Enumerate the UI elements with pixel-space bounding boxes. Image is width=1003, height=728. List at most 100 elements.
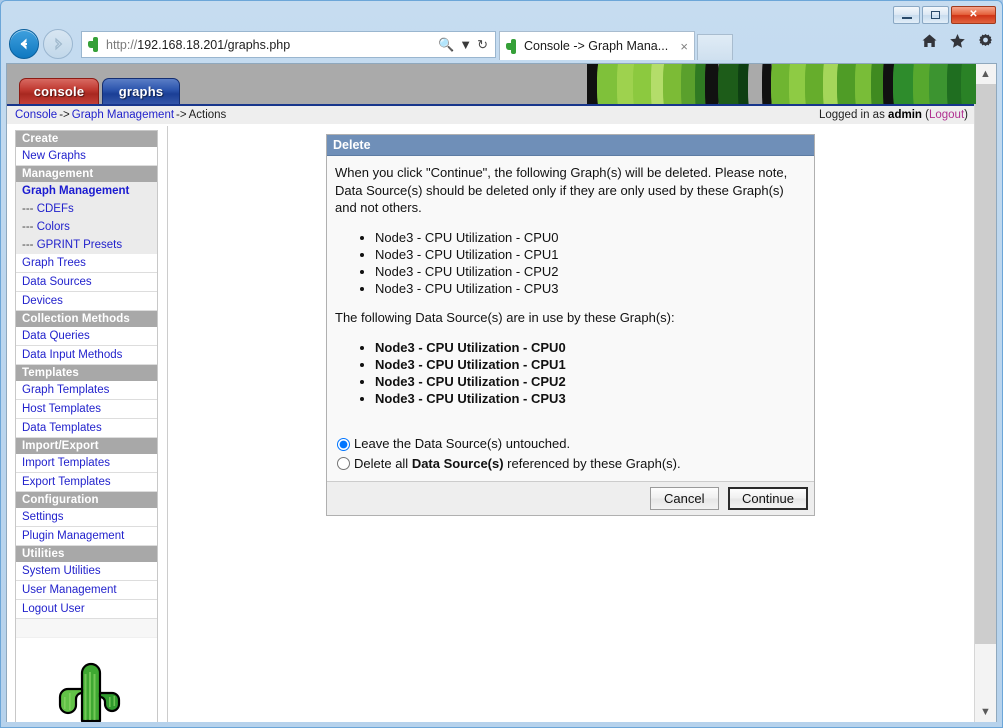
window-controls: ✕ <box>893 6 996 24</box>
browser-tab-title: Console -> Graph Mana... <box>524 39 669 53</box>
list-item: Node3 - CPU Utilization - CPU0 <box>375 229 806 246</box>
breadcrumb-item-graph-management[interactable]: Graph Management <box>72 109 174 121</box>
sidebar-item-devices[interactable]: Devices <box>16 292 157 311</box>
close-button[interactable]: ✕ <box>951 6 996 24</box>
tab-strip: Console -> Graph Mana... × <box>499 31 739 60</box>
logout-paren-close: ) <box>964 109 968 121</box>
sidebar-section-templates: Templates <box>16 365 157 381</box>
panel-actions: Cancel Continue <box>327 480 814 515</box>
tab-graphs-label: graphs <box>118 84 164 99</box>
cancel-button[interactable]: Cancel <box>650 486 719 510</box>
star-icon[interactable] <box>949 33 966 49</box>
browser-tab-active[interactable]: Console -> Graph Mana... × <box>499 31 695 60</box>
home-icon[interactable] <box>921 33 938 49</box>
refresh-icon[interactable]: ↻ <box>477 37 488 53</box>
list-item: Node3 - CPU Utilization - CPU3 <box>375 280 806 297</box>
list-item: Node3 - CPU Utilization - CPU1 <box>375 356 806 373</box>
sidebar-item-data-templates[interactable]: Data Templates <box>16 419 157 438</box>
breadcrumb-separator: -> <box>59 109 70 121</box>
address-bar[interactable]: http://192.168.18.201/graphs.php 🔍 ▼ ↻ <box>81 31 496 58</box>
list-item: Node3 - CPU Utilization - CPU0 <box>375 339 806 356</box>
sidebar-section-management: Management <box>16 166 157 182</box>
panel-title: Delete <box>327 135 814 156</box>
page-viewport: console graphs Console -> Graph Manageme… <box>6 63 997 723</box>
content-area: Delete When you click "Continue", the fo… <box>167 126 967 722</box>
sidebar-item-plugin-management[interactable]: Plugin Management <box>16 527 157 546</box>
radio-option-leave-untouched[interactable]: Leave the Data Source(s) untouched. <box>337 435 806 453</box>
sidebar-section-configuration: Configuration <box>16 492 157 508</box>
radio-delete-all-input[interactable] <box>337 457 350 471</box>
minimize-button[interactable] <box>893 6 920 24</box>
sidebar-item-graph-trees[interactable]: Graph Trees <box>16 254 157 273</box>
session-username: admin <box>888 109 922 121</box>
breadcrumb: Console -> Graph Management -> Actions L… <box>7 104 976 124</box>
sidebar-menu: Create New Graphs Management Graph Manag… <box>15 130 158 722</box>
sidebar-section-collection-methods: Collection Methods <box>16 311 157 327</box>
sidebar-item-settings[interactable]: Settings <box>16 508 157 527</box>
cactus-logo <box>16 637 157 722</box>
back-button[interactable] <box>9 29 39 59</box>
browser-window: ✕ http://192.168.18.201/graphs.php 🔍 ▼ ↻… <box>0 0 1003 728</box>
sidebar-item-logout-user[interactable]: Logout User <box>16 600 157 619</box>
radio-option-delete-all[interactable]: Delete all Data Source(s) referenced by … <box>337 455 806 473</box>
data-source-list: Node3 - CPU Utilization - CPU0 Node3 - C… <box>335 339 806 408</box>
sidebar-section-utilities: Utilities <box>16 546 157 562</box>
url-scheme: http:// <box>106 37 138 52</box>
scrollbar-thumb[interactable] <box>975 84 996 644</box>
sidebar-item-colors[interactable]: --- Colors <box>16 218 157 236</box>
cacti-banner: console graphs <box>7 64 976 104</box>
session-info: Logged in as admin (Logout) <box>819 109 968 121</box>
breadcrumb-item-actions: Actions <box>188 109 227 121</box>
tab-graphs[interactable]: graphs <box>102 78 180 104</box>
session-prefix: Logged in as <box>818 109 885 121</box>
sidebar-item-host-templates[interactable]: Host Templates <box>16 400 157 419</box>
list-item: Node3 - CPU Utilization - CPU2 <box>375 373 806 390</box>
sidebar-item-export-templates[interactable]: Export Templates <box>16 473 157 492</box>
browser-navigation-bar: http://192.168.18.201/graphs.php 🔍 ▼ ↻ C… <box>1 27 1002 63</box>
sidebar-item-graph-management[interactable]: Graph Management <box>16 182 157 200</box>
sidebar-item-system-utilities[interactable]: System Utilities <box>16 562 157 581</box>
radio-delete-all-label: Delete all Data Source(s) referenced by … <box>354 455 681 473</box>
scroll-up-icon[interactable]: ▲ <box>975 64 996 84</box>
tab-console-label: console <box>33 84 85 99</box>
tab-console[interactable]: console <box>19 78 99 104</box>
sidebar-section-import-export: Import/Export <box>16 438 157 454</box>
sidebar-item-user-management[interactable]: User Management <box>16 581 157 600</box>
continue-button[interactable]: Continue <box>727 486 808 510</box>
search-icon[interactable]: 🔍 <box>438 37 454 53</box>
logout-link[interactable]: Logout <box>929 109 964 121</box>
forward-button[interactable] <box>43 29 73 59</box>
url-host-path: 192.168.18.201/graphs.php <box>137 37 291 52</box>
tab-cactus-favicon-icon <box>506 38 519 54</box>
scroll-down-icon[interactable]: ▼ <box>975 702 996 722</box>
delete-intro-text: When you click "Continue", the following… <box>335 165 788 216</box>
sidebar-item-gprint-presets[interactable]: --- GPRINT Presets <box>16 236 157 254</box>
page-scrollbar[interactable]: ▲ ▼ <box>974 64 996 722</box>
radio-delete-all-post: referenced by these Graph(s). <box>503 455 681 471</box>
list-item: Node3 - CPU Utilization - CPU1 <box>375 246 806 263</box>
sidebar-section-create: Create <box>16 131 157 147</box>
page-body: Create New Graphs Management Graph Manag… <box>7 126 976 722</box>
datasource-intro-text: The following Data Source(s) are in use … <box>335 310 675 326</box>
chevron-down-icon[interactable]: ▼ <box>459 37 472 52</box>
address-url: http://192.168.18.201/graphs.php <box>106 38 438 52</box>
panel-body: When you click "Continue", the following… <box>327 156 814 481</box>
new-tab-button[interactable] <box>697 34 733 60</box>
sidebar-item-data-queries[interactable]: Data Queries <box>16 327 157 346</box>
breadcrumb-separator-2: -> <box>176 109 187 121</box>
radio-delete-all-bold: Data Source(s) <box>411 455 504 471</box>
delete-panel: Delete When you click "Continue", the fo… <box>326 134 815 516</box>
close-icon: ✕ <box>969 9 978 20</box>
sidebar-item-import-templates[interactable]: Import Templates <box>16 454 157 473</box>
radio-leave-untouched-label: Leave the Data Source(s) untouched. <box>354 436 571 452</box>
sidebar-item-graph-templates[interactable]: Graph Templates <box>16 381 157 400</box>
radio-leave-untouched-input[interactable] <box>337 437 350 451</box>
sidebar-item-data-sources[interactable]: Data Sources <box>16 273 157 292</box>
gear-icon[interactable] <box>977 33 994 49</box>
sidebar-item-new-graphs[interactable]: New Graphs <box>16 147 157 166</box>
sidebar-item-cdefs[interactable]: --- CDEFs <box>16 200 157 218</box>
sidebar-item-data-input-methods[interactable]: Data Input Methods <box>16 346 157 365</box>
tab-close-icon[interactable]: × <box>678 39 690 54</box>
breadcrumb-item-console[interactable]: Console <box>15 109 57 121</box>
maximize-button[interactable] <box>922 6 949 24</box>
